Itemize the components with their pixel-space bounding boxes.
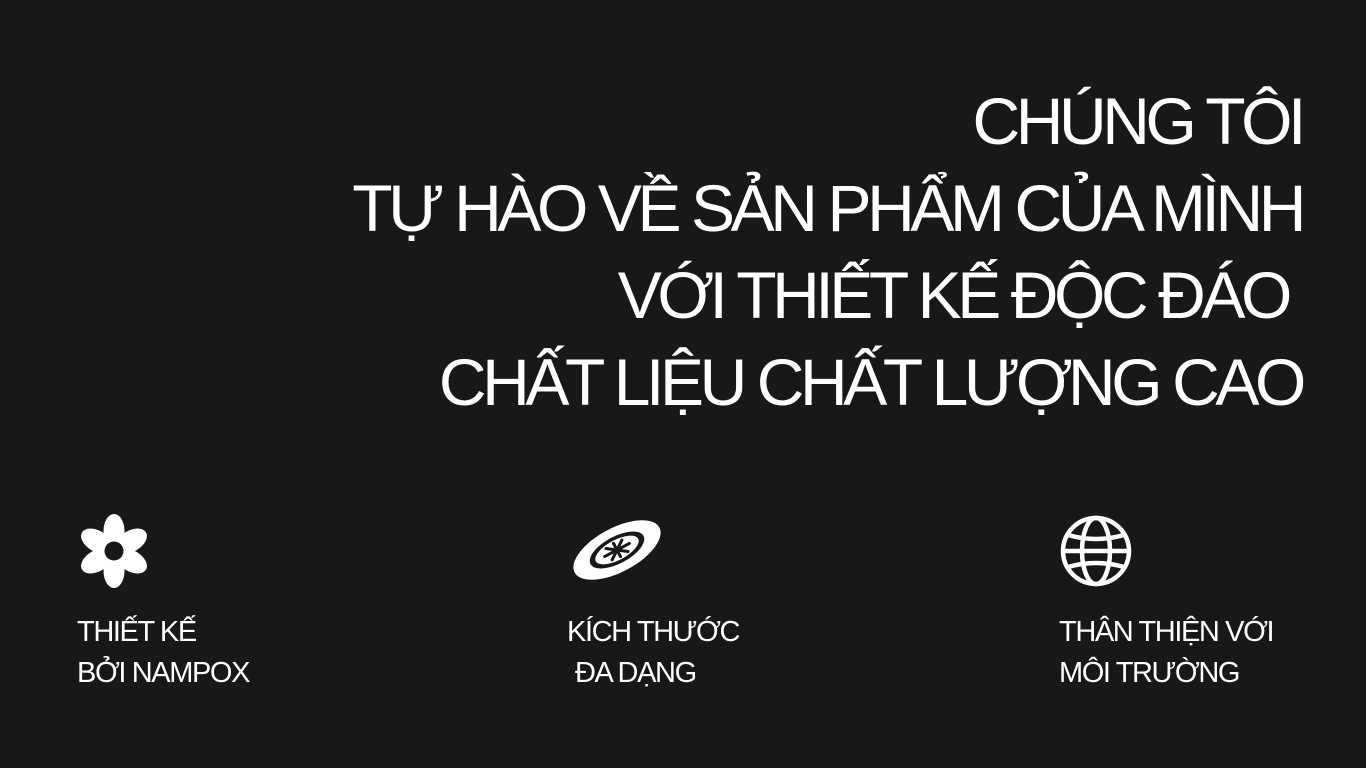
feature-eco: THÂN THIỆN VỚI MÔI TRƯỜNG bbox=[1059, 514, 1275, 694]
feature-sizes-line-1: KÍCH THƯỚC bbox=[567, 616, 740, 648]
hero-line-4: CHẤT LIỆU CHẤT LƯỢNG CAO bbox=[438, 345, 1307, 419]
globe-icon bbox=[1060, 515, 1132, 587]
hero-line-3: VỚI THIẾT KẾ ĐỘC ĐÁO bbox=[617, 258, 1293, 332]
feature-design: THIẾT KẾ BỞI NAMPOX bbox=[77, 514, 250, 694]
feature-sizes-line-2: ĐA DẠNG bbox=[575, 657, 697, 689]
feature-eco-line-2: MÔI TRƯỜNG bbox=[1059, 657, 1240, 689]
flower-icon bbox=[81, 514, 147, 588]
feature-sizes-label: KÍCH THƯỚC ĐA DẠNG bbox=[567, 612, 740, 694]
feature-design-line-1: THIẾT KẾ bbox=[77, 616, 197, 648]
feature-design-line-2: BỞI NAMPOX bbox=[77, 657, 250, 689]
feature-eco-line-1: THÂN THIỆN VỚI bbox=[1059, 616, 1275, 648]
hero-heading: CHÚNG TÔI TỰ HÀO VỀ SẢN PHẨM CỦA MÌNH VỚ… bbox=[202, 78, 1307, 426]
feature-eco-label: THÂN THIỆN VỚI MÔI TRƯỜNG bbox=[1059, 612, 1275, 694]
hero-line-2: TỰ HÀO VỀ SẢN PHẨM CỦA MÌNH bbox=[352, 171, 1306, 245]
feature-design-label: THIẾT KẾ BỞI NAMPOX bbox=[77, 612, 250, 694]
hero-line-1: CHÚNG TÔI bbox=[972, 84, 1306, 158]
size-disc-icon bbox=[573, 520, 661, 580]
feature-sizes: KÍCH THƯỚC ĐA DẠNG bbox=[567, 514, 740, 694]
